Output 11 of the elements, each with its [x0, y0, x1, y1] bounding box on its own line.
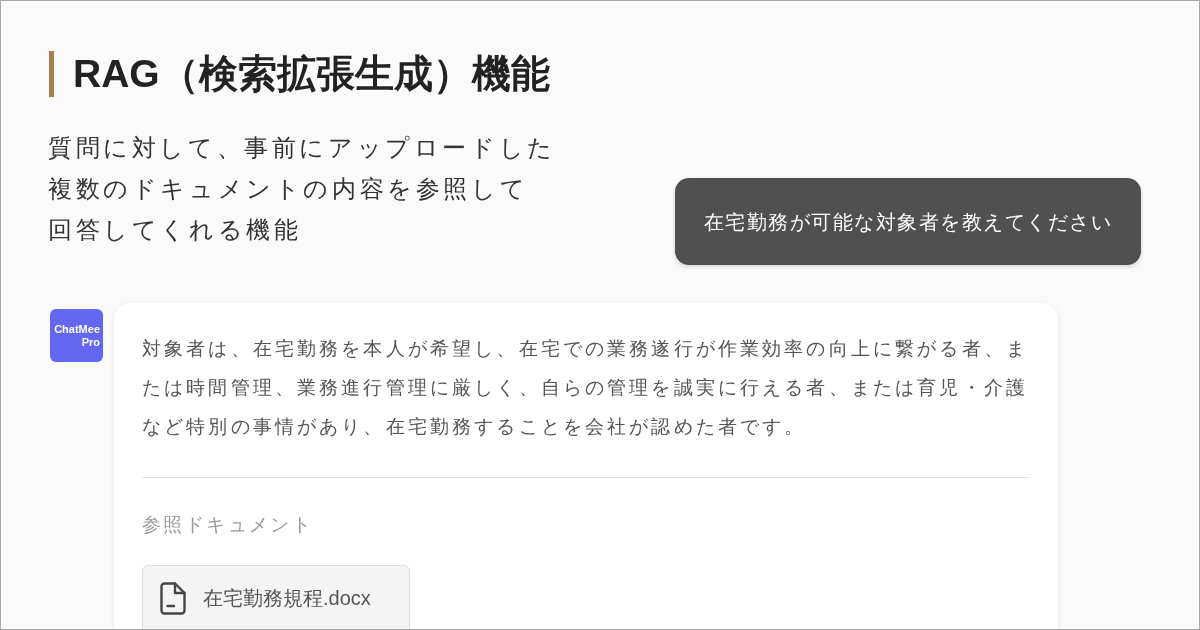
references-label: 参照ドキュメント [142, 513, 314, 537]
accent-bar [49, 51, 54, 97]
user-message-bubble: 在宅勤務が可能な対象者を教えてください [675, 178, 1141, 265]
document-icon [160, 582, 186, 615]
description-line: 回答してくれる機能 [48, 215, 302, 245]
app-logo: ChatMee Pro [50, 309, 103, 362]
description-line: 複数のドキュメントの内容を参照して [48, 174, 529, 204]
page-title: RAG（検索拡張生成）機能 [73, 51, 550, 97]
answer-text: 対象者は、在宅勤務を本人が希望し、在宅での業務遂行が作業効率の向上に繋がる者、または時間管理、業務進行管理に厳しく、自らの管理を誠実に行える者、または育児・介護など特別の事情があり、在宅勤務することを会社が認めた者です。 [142, 337, 1029, 439]
description-line: 質問に対して、事前にアップロードした [48, 133, 556, 163]
document-chip[interactable]: 在宅勤務規程.docx [142, 565, 410, 629]
